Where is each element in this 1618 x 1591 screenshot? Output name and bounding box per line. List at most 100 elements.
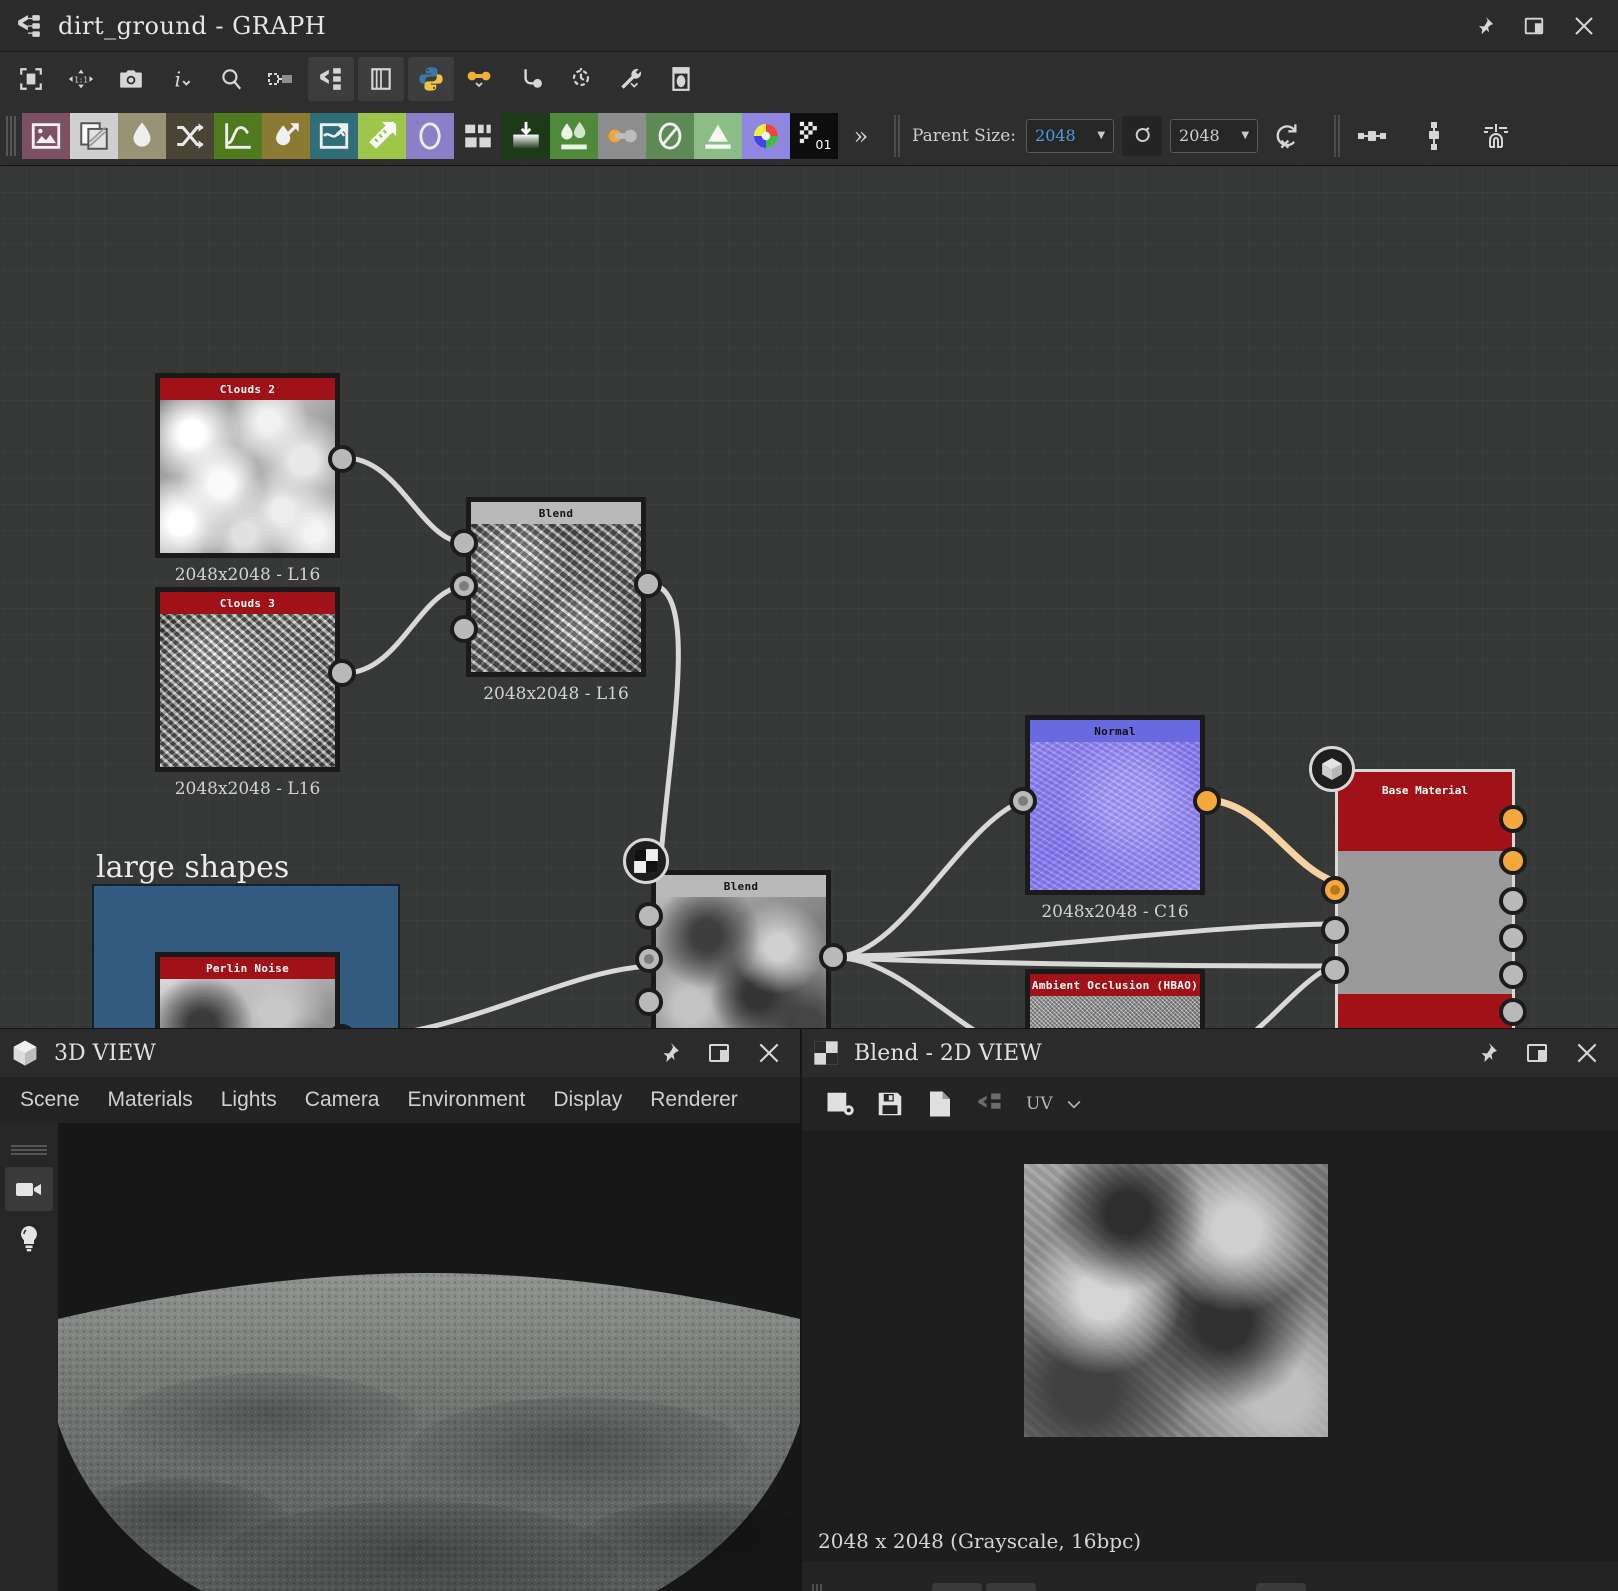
blur-node-icon[interactable]: [550, 112, 598, 159]
node-output-port-4[interactable]: [1499, 924, 1527, 952]
chevron-double-right-icon[interactable]: »: [838, 122, 884, 150]
sharpen-node-icon[interactable]: [598, 112, 646, 159]
frame-selection-icon[interactable]: [8, 57, 54, 101]
color-channels-icon[interactable]: [986, 1582, 1036, 1591]
menu-materials[interactable]: Materials: [94, 1084, 207, 1116]
light-tool-icon[interactable]: [5, 1217, 53, 1261]
node-output-port[interactable]: [634, 570, 662, 598]
uv-label[interactable]: UV: [1026, 1094, 1053, 1114]
node-input-port-3[interactable]: [450, 615, 478, 643]
checker-background-icon[interactable]: [932, 1582, 982, 1591]
node-input-port-1[interactable]: [450, 529, 478, 557]
pin-icon[interactable]: [1474, 1040, 1500, 1066]
node-input-port-2[interactable]: [1321, 916, 1349, 944]
bitmap-icon[interactable]: [658, 57, 704, 101]
node-output-port-6[interactable]: [1499, 998, 1527, 1026]
copy-icon[interactable]: [918, 1083, 962, 1125]
menu-scene[interactable]: Scene: [6, 1084, 94, 1116]
node-output-port[interactable]: [328, 659, 356, 687]
save-icon[interactable]: [868, 1083, 912, 1125]
graph-tree-icon[interactable]: [308, 57, 354, 101]
parent-size-height-select[interactable]: 2048 ▼: [1170, 118, 1259, 153]
info-icon[interactable]: i: [1148, 1583, 1198, 1591]
pin-icon[interactable]: [1470, 12, 1498, 40]
camera-tool-icon[interactable]: [5, 1167, 53, 1211]
node-input-port-1[interactable]: [635, 902, 663, 930]
hsl-node-icon[interactable]: [742, 112, 790, 159]
menu-lights[interactable]: Lights: [207, 1084, 291, 1116]
close-icon[interactable]: [1574, 1040, 1600, 1066]
connector-icon[interactable]: [458, 57, 504, 101]
transform-node-icon[interactable]: [358, 112, 406, 159]
shuffle-node-icon[interactable]: [166, 112, 214, 159]
node-output-port-5[interactable]: [1499, 961, 1527, 989]
2d-viewport[interactable]: 2048 x 2048 (Grayscale, 16bpc): [802, 1131, 1618, 1561]
node-ambient-occlusion[interactable]: Ambient Occlusion (HBAO) 2048x2048 - L16: [1025, 969, 1205, 1028]
node-output-port-1[interactable]: [1499, 805, 1527, 833]
3d-viewport[interactable]: [58, 1123, 800, 1591]
pixel-processor-icon[interactable]: 01: [790, 112, 838, 159]
graph-link-icon[interactable]: [968, 1083, 1012, 1125]
node-perlin-noise[interactable]: Perlin Noise 2048x2048 - L16: [155, 952, 356, 1028]
camera-icon[interactable]: [108, 57, 154, 101]
link-ratio-icon[interactable]: [1122, 115, 1163, 156]
tiling-icon[interactable]: [1040, 1583, 1090, 1591]
align-nodes-icon[interactable]: [258, 57, 304, 101]
rail-grip[interactable]: [11, 1145, 47, 1155]
timer-icon[interactable]: [558, 57, 604, 101]
snap-grid-icon[interactable]: [1476, 116, 1516, 156]
node-output-port-3[interactable]: [1499, 887, 1527, 915]
node-input-port-3[interactable]: [635, 988, 663, 1016]
close-icon[interactable]: [1570, 12, 1598, 40]
emboss-node-icon[interactable]: [646, 112, 694, 159]
warp-node-icon[interactable]: [310, 112, 358, 159]
maximize-icon[interactable]: [706, 1040, 732, 1066]
node-output-port[interactable]: [819, 943, 847, 971]
layers-icon[interactable]: [842, 1583, 892, 1591]
menu-display[interactable]: Display: [539, 1084, 636, 1116]
node-blend-2[interactable]: Blend 2048x2048 - L16: [623, 838, 847, 1028]
curve-node-icon[interactable]: [214, 112, 262, 159]
info-icon[interactable]: i: [158, 57, 204, 101]
2d-view-badge-icon[interactable]: [623, 838, 669, 884]
maximize-icon[interactable]: [1520, 12, 1548, 40]
bitmap-node-icon[interactable]: [22, 112, 70, 159]
normal-node-icon[interactable]: [694, 112, 742, 159]
levels-node-icon[interactable]: [262, 112, 310, 159]
new-view-icon[interactable]: [818, 1083, 862, 1125]
uniform-color-icon[interactable]: [406, 112, 454, 159]
reset-size-icon[interactable]: [1266, 116, 1306, 156]
copies-icon[interactable]: [358, 57, 404, 101]
svg-node-icon[interactable]: [70, 112, 118, 159]
node-input-port-1[interactable]: [1321, 876, 1349, 904]
align-horizontal-icon[interactable]: [1352, 116, 1392, 156]
menu-camera[interactable]: Camera: [291, 1084, 394, 1116]
pin-icon[interactable]: [656, 1040, 682, 1066]
graph-canvas[interactable]: large shapes Clouds 2 2048x2048 - L16 Cl…: [0, 166, 1618, 1028]
search-icon[interactable]: [208, 57, 254, 101]
node-clouds-3[interactable]: Clouds 3 2048x2048 - L16: [155, 587, 356, 799]
node-output-port[interactable]: [1193, 787, 1221, 815]
color-wheel-icon[interactable]: [1310, 1583, 1360, 1591]
align-vertical-icon[interactable]: [1414, 116, 1454, 156]
layers-chevron-icon[interactable]: [896, 1583, 928, 1591]
node-input-port-2[interactable]: [635, 945, 663, 973]
node-input-port-2[interactable]: [450, 572, 478, 600]
node-base-material[interactable]: Base Material 2048x2048 - C16: [1309, 746, 1527, 1028]
node-output-port[interactable]: [328, 445, 356, 473]
gradient-node-icon[interactable]: [502, 112, 550, 159]
toolbar-grip[interactable]: [6, 115, 16, 156]
menu-renderer[interactable]: Renderer: [636, 1084, 752, 1116]
bottom-bar-grip[interactable]: [812, 1583, 824, 1591]
zoom-1-1-icon[interactable]: 1:1: [58, 57, 104, 101]
3d-view-badge-icon[interactable]: [1309, 746, 1355, 792]
wrench-icon[interactable]: [608, 57, 654, 101]
node-blend-1[interactable]: Blend 2048x2048 - L16: [450, 497, 662, 704]
node-input-port-3[interactable]: [1321, 956, 1349, 984]
display-settings-icon[interactable]: [1256, 1582, 1306, 1591]
menu-environment[interactable]: Environment: [394, 1084, 540, 1116]
node-clouds-2[interactable]: Clouds 2 2048x2048 - L16: [155, 373, 356, 585]
link-path-icon[interactable]: [508, 57, 554, 101]
node-output-port-2[interactable]: [1499, 847, 1527, 875]
histogram-icon[interactable]: [1202, 1583, 1252, 1591]
